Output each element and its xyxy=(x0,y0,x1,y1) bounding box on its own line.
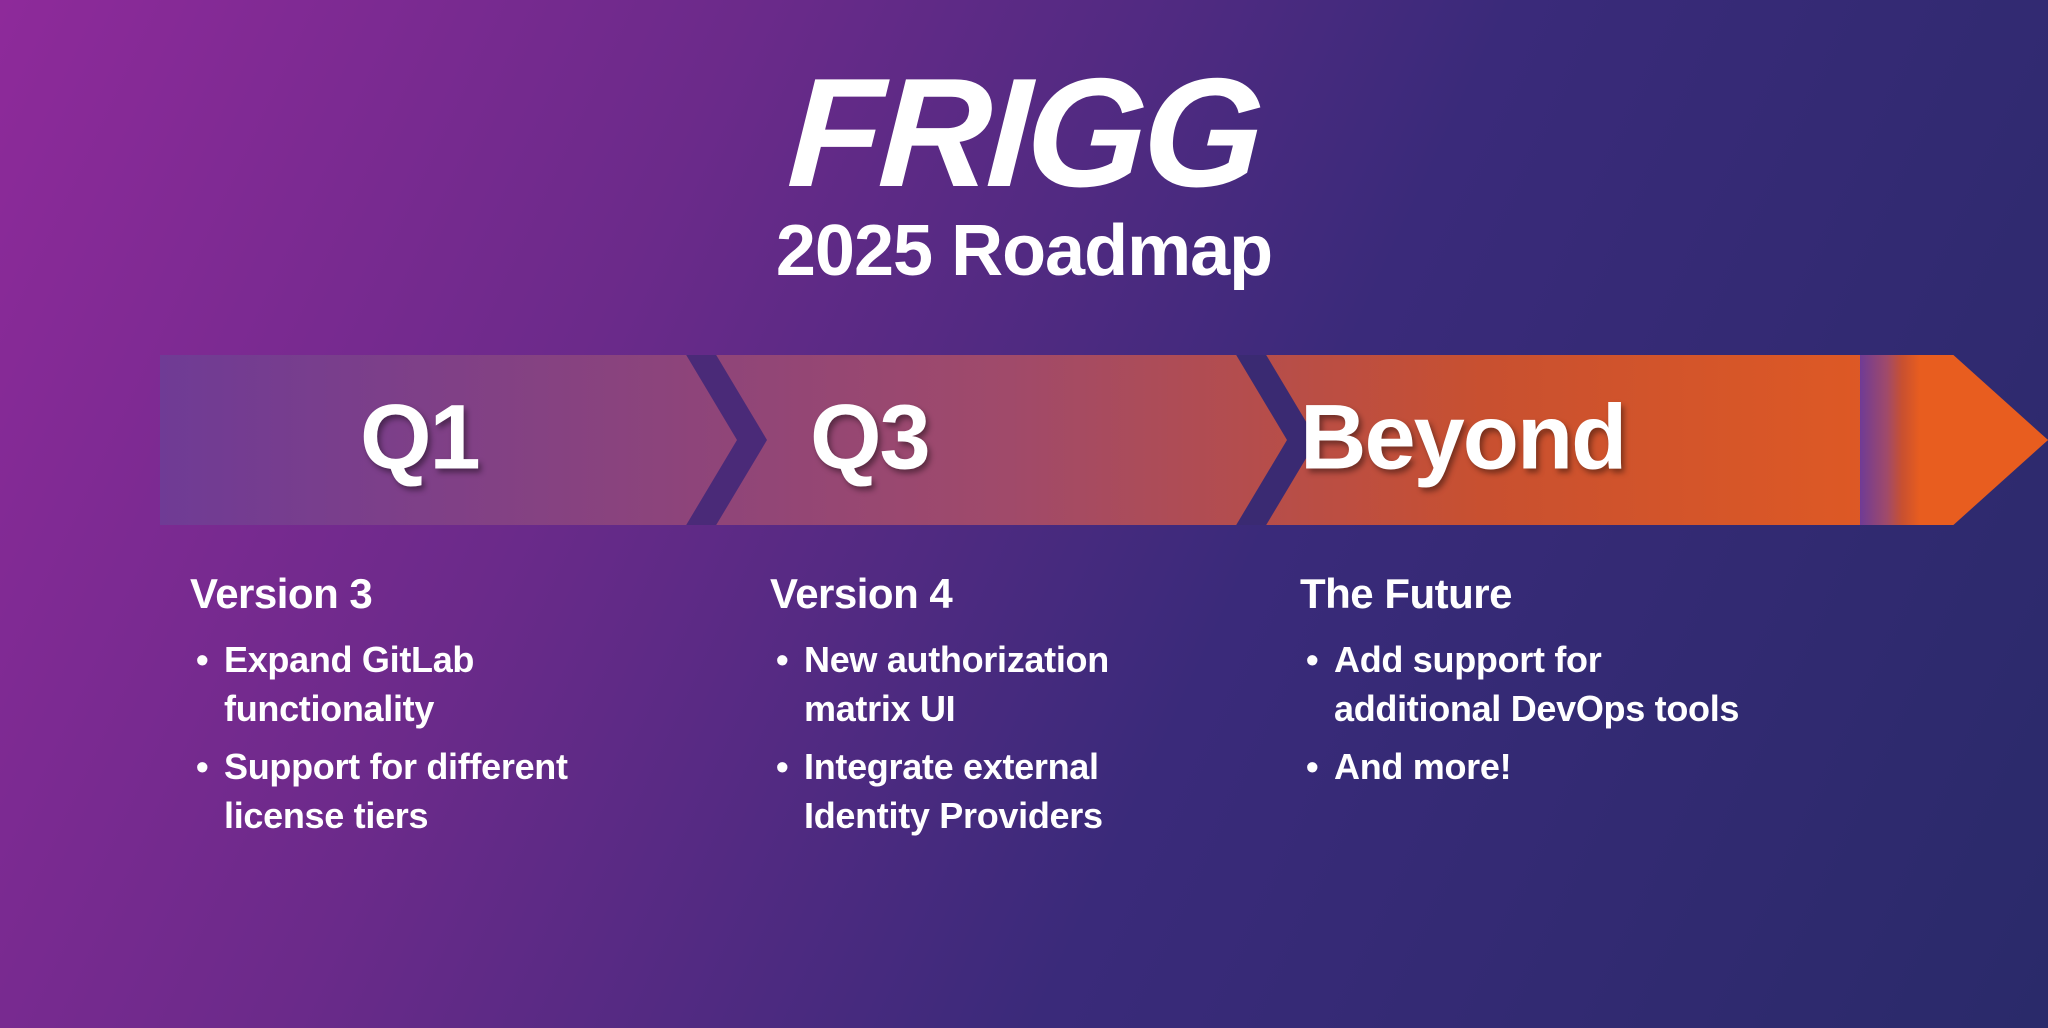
column-title: Version 3 xyxy=(190,570,630,618)
list-item: Support for different license tiers xyxy=(224,743,630,840)
column-title: Version 4 xyxy=(770,570,1210,618)
segment-label-q1: Q1 xyxy=(360,385,479,490)
roadmap-arrow: Q1 Q3 Beyond xyxy=(160,355,2048,525)
segment-label-q3: Q3 xyxy=(810,385,929,490)
list-item: Expand GitLab functionality xyxy=(224,636,630,733)
list-item: New authorization matrix UI xyxy=(804,636,1210,733)
column-list: Expand GitLab functionality Support for … xyxy=(190,636,630,840)
segment-label-beyond: Beyond xyxy=(1300,385,1625,490)
list-item: Integrate external Identity Providers xyxy=(804,743,1210,840)
column-beyond: The Future Add support for additional De… xyxy=(1300,570,1740,802)
column-list: Add support for additional DevOps tools … xyxy=(1300,636,1740,792)
column-q3: Version 4 New authorization matrix UI In… xyxy=(770,570,1210,850)
list-item: Add support for additional DevOps tools xyxy=(1334,636,1740,733)
list-item: And more! xyxy=(1334,743,1740,792)
column-title: The Future xyxy=(1300,570,1740,618)
page-subtitle: 2025 Roadmap xyxy=(0,210,2048,292)
column-list: New authorization matrix UI Integrate ex… xyxy=(770,636,1210,840)
column-q1: Version 3 Expand GitLab functionality Su… xyxy=(190,570,630,850)
page-title: FRIGG xyxy=(785,55,1264,210)
header: FRIGG 2025 Roadmap xyxy=(0,0,2048,292)
